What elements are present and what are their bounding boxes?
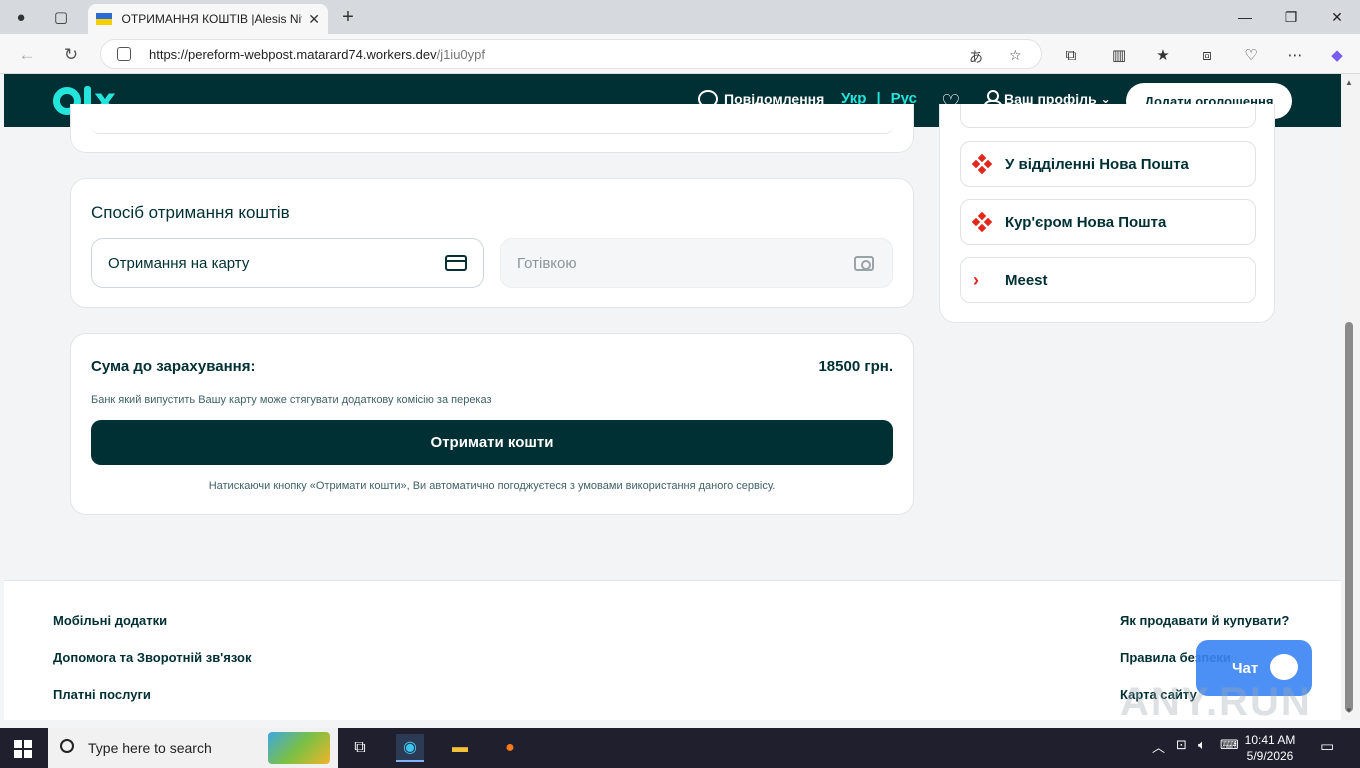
minimize-icon[interactable]: — (1222, 4, 1268, 30)
delivery-option-meest[interactable]: › Meest (960, 257, 1256, 303)
back-icon[interactable]: ← (14, 42, 40, 68)
sum-label: Сума до зарахування: (91, 358, 256, 375)
windows-taskbar: Type here to search ⧉ ◉ ▬ ● ︿ ⊡ 🔈︎ ⌨ 10:… (0, 728, 1360, 768)
browser-tab[interactable]: ОТРИМАННЯ КОШТІВ |Alesis Nit ✕ (88, 4, 328, 34)
option-card-button[interactable]: Отримання на карту (91, 238, 484, 288)
delivery-card: У відділенні Нова Пошта Кур'єром Нова По… (939, 104, 1275, 323)
close-window-icon[interactable]: ✕ (1314, 4, 1360, 30)
option-cash-label: Готівкою (517, 254, 577, 272)
site-info-icon[interactable] (117, 47, 131, 61)
tray-chevron-icon[interactable]: ︿ (1152, 737, 1165, 756)
taskbar-search-placeholder: Type here to search (88, 740, 212, 756)
delivery-option-label: У відділенні Нова Пошта (1005, 155, 1189, 173)
scroll-thumb[interactable] (1345, 322, 1353, 712)
previous-section-card (70, 104, 914, 153)
delivery-option-nova-courier[interactable]: Кур'єром Нова Пошта (960, 199, 1256, 245)
receive-method-title: Спосіб отримання коштів (91, 203, 290, 222)
scroll-up-icon[interactable]: ▲ (1345, 78, 1353, 87)
copilot-icon[interactable]: ◆ (1326, 44, 1348, 66)
sum-value: 18500 грн. (818, 358, 893, 375)
anyrun-watermark: ANY.RUN (1120, 680, 1312, 720)
refresh-icon[interactable]: ↻ (58, 42, 84, 68)
url-field[interactable]: https://pereform-webpost.matarard74.work… (100, 39, 1042, 69)
collections-icon[interactable]: ⧈ (1196, 44, 1218, 66)
previous-section-field (91, 126, 893, 134)
footer-link-help[interactable]: Допомога та Зворотній зв'язок (53, 650, 251, 665)
search-highlight-image (268, 732, 330, 764)
more-menu-icon[interactable]: ⋯ (1284, 44, 1306, 66)
volume-icon[interactable]: 🔈︎ (1198, 737, 1206, 753)
extensions-icon[interactable]: ⧉ (1060, 44, 1082, 66)
tab-favicon-icon (96, 13, 112, 25)
notifications-icon[interactable]: ▭ (1320, 737, 1334, 755)
receive-funds-button[interactable]: Отримати кошти (91, 420, 893, 465)
favorite-star-icon[interactable]: ☆ (1009, 47, 1022, 64)
firefox-icon[interactable]: ● (496, 734, 524, 762)
delivery-option-label: Meest (1005, 271, 1048, 289)
footer-link-how-to-sell[interactable]: Як продавати й купувати? (1120, 613, 1289, 628)
windows-start-icon[interactable] (14, 740, 32, 758)
taskbar-search-input[interactable]: Type here to search (48, 728, 338, 768)
network-icon[interactable]: ⊡ (1176, 737, 1187, 753)
split-screen-icon[interactable]: ▥ (1108, 44, 1130, 66)
task-view-icon[interactable]: ⧉ (346, 734, 374, 762)
maximize-icon[interactable]: ❐ (1268, 4, 1314, 30)
option-card-label: Отримання на карту (108, 254, 250, 272)
new-tab-button[interactable]: + (337, 6, 359, 28)
chat-label: Чат (1232, 659, 1259, 677)
tab-close-icon[interactable]: ✕ (308, 11, 320, 28)
clock-time: 10:41 AM (1244, 733, 1296, 747)
url-text: https://pereform-webpost.matarard74.work… (149, 47, 485, 62)
delivery-option-partial (960, 104, 1256, 128)
clock-date: 5/9/2026 (1246, 749, 1294, 763)
browser-tab-bar: ● ▢ ОТРИМАННЯ КОШТІВ |Alesis Nit ✕ + — ❐… (0, 0, 1360, 34)
tab-actions-icon[interactable]: ▢ (50, 6, 72, 28)
tab-title: ОТРИМАННЯ КОШТІВ |Alesis Nit (121, 12, 303, 26)
address-bar-row: ← ↻ https://pereform-webpost.matarard74.… (0, 34, 1360, 74)
url-path: /j1iu0ypf (436, 46, 485, 62)
option-cash-button[interactable]: Готівкою (500, 238, 893, 288)
edge-taskbar-icon[interactable]: ◉ (396, 734, 424, 762)
file-explorer-icon[interactable]: ▬ (446, 734, 474, 762)
receive-method-card: Спосіб отримання коштів Отримання на кар… (70, 178, 914, 308)
footer-link-paid-services[interactable]: Платні послуги (53, 687, 151, 702)
meest-icon: › (973, 270, 979, 290)
bank-fee-note: Банк який випустить Вашу карту може стяг… (91, 394, 492, 406)
summary-card: Сума до зарахування: 18500 грн. Банк яки… (70, 333, 914, 515)
read-aloud-icon[interactable]: あ (969, 47, 983, 67)
language-icon[interactable]: ⌨ (1220, 737, 1239, 753)
cash-icon (854, 256, 874, 271)
favorites-icon[interactable]: ★ (1152, 44, 1174, 66)
scroll-down-icon[interactable]: ▼ (1345, 706, 1353, 715)
terms-text: Натискаючи кнопку «Отримати кошти», Ви а… (208, 480, 776, 492)
delivery-option-label: Кур'єром Нова Пошта (1005, 213, 1167, 231)
performance-icon[interactable]: ♡ (1240, 44, 1262, 66)
credit-card-icon (445, 255, 467, 271)
nova-poshta-icon (971, 211, 993, 233)
nova-poshta-icon (971, 153, 993, 175)
profile-icon[interactable]: ● (10, 6, 32, 28)
chat-bubble-icon (1270, 654, 1298, 680)
footer-link-mobile-apps[interactable]: Мобільні додатки (53, 613, 167, 628)
web-page: x Повідомлення Укр | Рус ♡ Ваш профіль ⌄… (4, 74, 1341, 720)
page-scrollbar[interactable]: ▲ ▼ (1341, 74, 1360, 720)
url-host: https://pereform-webpost.matarard74.work… (149, 46, 437, 62)
search-icon (60, 739, 74, 753)
delivery-option-nova-branch[interactable]: У відділенні Нова Пошта (960, 141, 1256, 187)
system-clock[interactable]: 10:41 AM 5/9/2026 (1240, 732, 1300, 764)
